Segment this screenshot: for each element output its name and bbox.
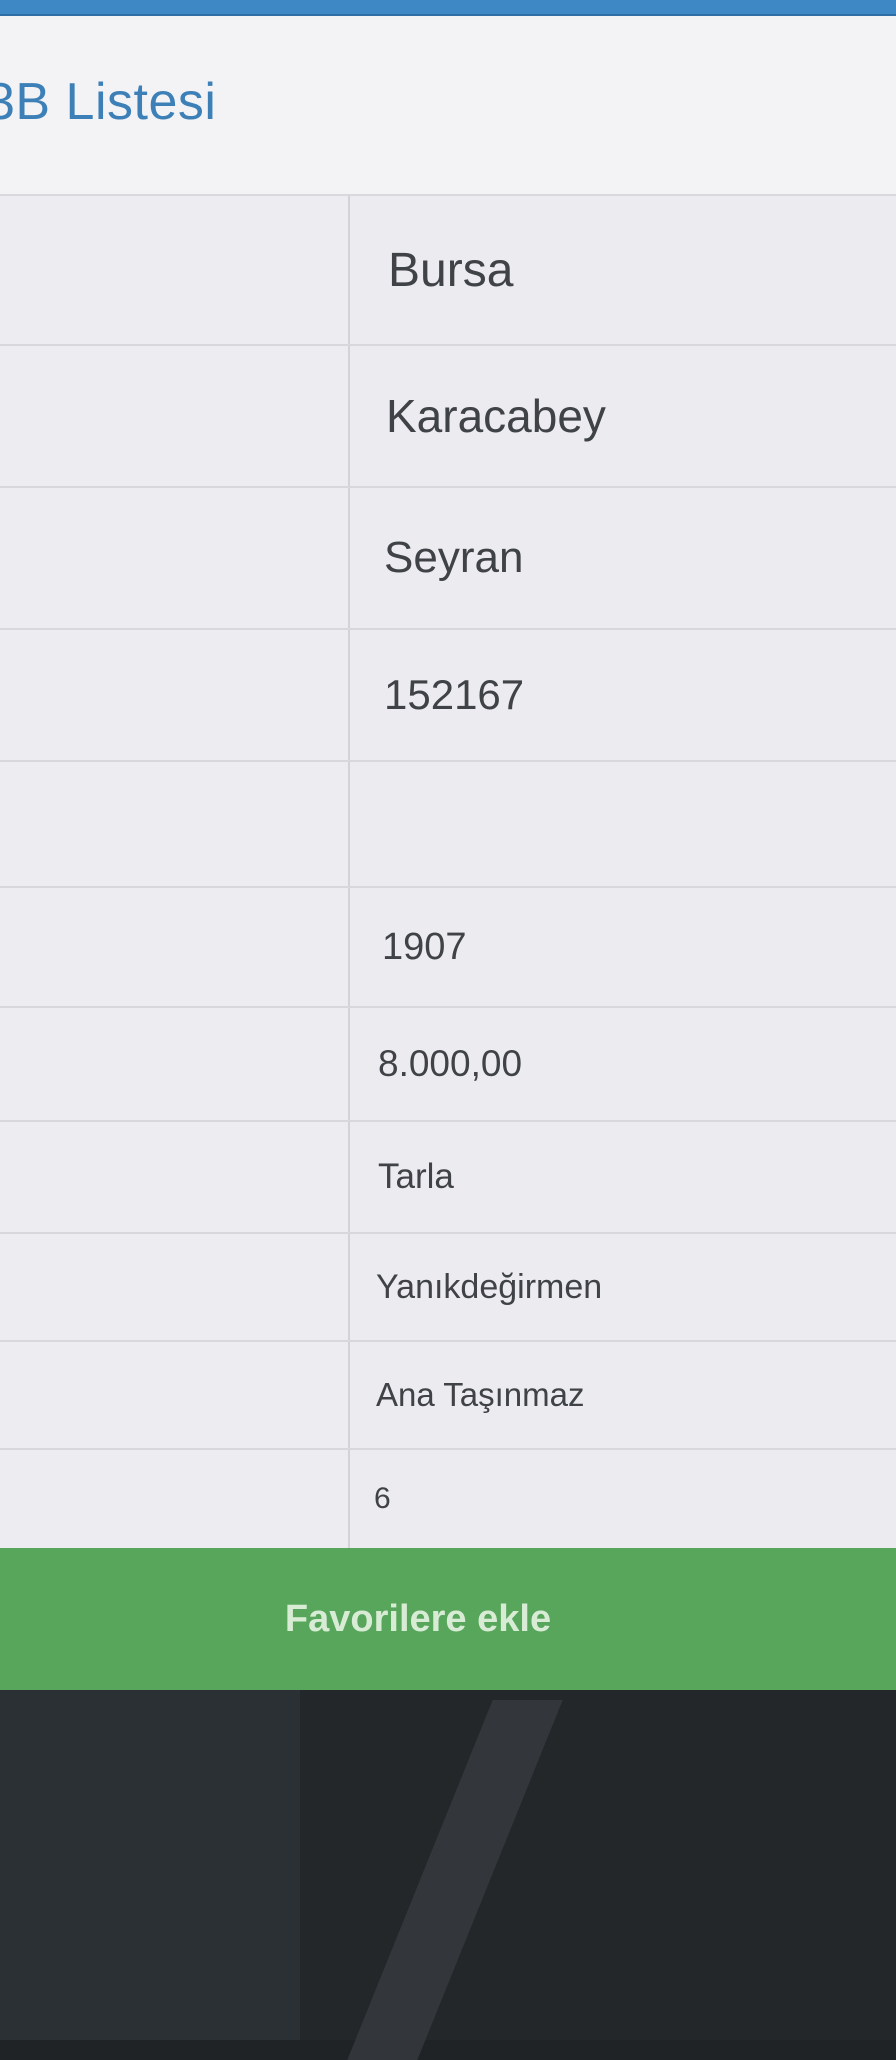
row-value-count: 6	[374, 1482, 391, 1515]
top-app-bar	[0, 0, 896, 16]
bezel-shadow	[0, 1690, 300, 2040]
table-row: 1907	[0, 888, 896, 1008]
row-label	[0, 196, 350, 344]
table-row: Seyran	[0, 488, 896, 630]
property-details-table: Bursa Karacabey Seyran 152167 1907 8.000…	[0, 196, 896, 1548]
row-value-cell: Tarla	[350, 1122, 896, 1232]
row-value-cell: 8.000,00	[350, 1008, 896, 1120]
row-label	[0, 888, 350, 1006]
row-label	[0, 488, 350, 628]
table-row: Yanıkdeğirmen	[0, 1234, 896, 1342]
page-title: 3B Listesi	[0, 73, 217, 131]
row-label	[0, 1234, 350, 1340]
row-label	[0, 346, 350, 486]
row-value-cell: Ana Taşınmaz	[350, 1342, 896, 1448]
row-value-province: Bursa	[388, 243, 514, 297]
row-value-number: 152167	[384, 671, 525, 718]
table-row	[0, 762, 896, 888]
row-value-cell: Bursa	[350, 196, 896, 344]
table-row: Bursa	[0, 196, 896, 346]
table-row: Ana Taşınmaz	[0, 1342, 896, 1450]
row-value-cell: 1907	[350, 888, 896, 1006]
table-row: 8.000,00	[0, 1008, 896, 1122]
table-row: 152167	[0, 630, 896, 762]
row-label	[0, 1342, 350, 1448]
row-value-cell: Yanıkdeğirmen	[350, 1234, 896, 1340]
row-value-cell: 152167	[350, 630, 896, 760]
row-value-parcel: 1907	[382, 925, 467, 968]
row-value-cell: Seyran	[350, 488, 896, 628]
table-row: Tarla	[0, 1122, 896, 1234]
row-label	[0, 1122, 350, 1232]
row-value-cell	[350, 762, 896, 886]
row-value-quality: Tarla	[378, 1157, 454, 1196]
row-value-cell: 6	[350, 1450, 896, 1548]
row-value-location: Yanıkdeğirmen	[376, 1267, 603, 1306]
phone-screen: 3B Listesi Bursa Karacabey Seyran 152167	[0, 0, 896, 1700]
device-bezel	[0, 1690, 896, 2060]
bezel-glare	[347, 1700, 563, 2060]
table-row: 6	[0, 1450, 896, 1548]
row-value-cell: Karacabey	[350, 346, 896, 486]
row-value-area: 8.000,00	[378, 1043, 523, 1084]
row-label	[0, 762, 350, 886]
table-row: Karacabey	[0, 346, 896, 488]
page-header: 3B Listesi	[0, 16, 896, 196]
row-label	[0, 630, 350, 760]
row-value-type: Ana Taşınmaz	[376, 1376, 585, 1413]
row-value-district: Karacabey	[386, 390, 606, 442]
add-to-favorites-label: Favorilere ekle	[284, 1597, 552, 1640]
row-label	[0, 1008, 350, 1120]
row-label	[0, 1450, 350, 1548]
add-to-favorites-button[interactable]: Favorilere ekle	[0, 1548, 896, 1690]
row-value-neighborhood: Seyran	[384, 533, 524, 582]
